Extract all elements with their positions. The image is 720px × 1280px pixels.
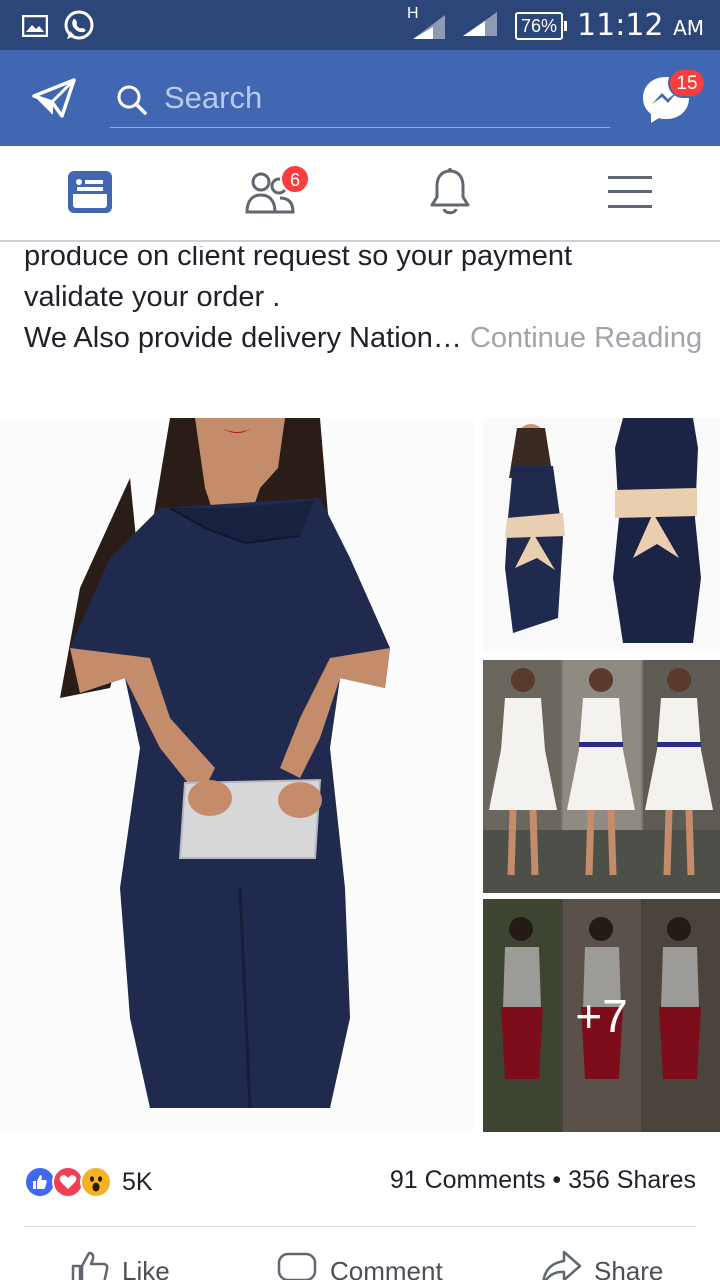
comment-button[interactable]: Comment bbox=[276, 1248, 443, 1280]
reactions-summary[interactable]: 5K bbox=[24, 1160, 153, 1204]
like-button[interactable]: Like bbox=[70, 1248, 170, 1280]
post-photo-3[interactable] bbox=[483, 660, 720, 893]
post-text-excerpt: We Also provide delivery Nation… bbox=[24, 322, 462, 354]
clock: 11:12 AM bbox=[577, 8, 704, 43]
reactions-count: 5K bbox=[122, 1167, 153, 1196]
signal-icon bbox=[461, 8, 501, 43]
send-plane-icon[interactable] bbox=[32, 78, 76, 123]
post-text-line: We Also provide delivery Nation… Continu… bbox=[24, 318, 704, 359]
wow-reaction-icon bbox=[80, 1166, 112, 1198]
post-photo-4[interactable]: +7 bbox=[483, 899, 720, 1132]
belted-dress-photo bbox=[483, 418, 720, 651]
search-input[interactable]: Search bbox=[164, 80, 262, 116]
search-bar[interactable]: Search bbox=[110, 72, 610, 128]
comments-count[interactable]: 91 Comments bbox=[390, 1166, 546, 1194]
post-text-line: validate your order . bbox=[24, 281, 281, 313]
tab-news-feed[interactable] bbox=[0, 146, 180, 242]
battery-indicator: 76% bbox=[515, 11, 568, 40]
tab-notifications[interactable] bbox=[360, 146, 540, 242]
app-bar: Search 15 bbox=[0, 50, 720, 146]
search-icon bbox=[116, 84, 148, 121]
share-arrow-icon bbox=[540, 1248, 582, 1280]
more-photos-count: +7 bbox=[575, 989, 628, 1042]
post-photo-2[interactable] bbox=[483, 418, 720, 651]
news-feed-icon bbox=[66, 168, 114, 221]
comment-label: Comment bbox=[330, 1256, 443, 1280]
tab-menu[interactable] bbox=[540, 146, 720, 242]
messenger-badge: 15 bbox=[668, 68, 706, 98]
network-type-label: H bbox=[407, 4, 419, 22]
share-label: Share bbox=[594, 1256, 664, 1280]
action-divider bbox=[24, 1226, 696, 1227]
shares-count[interactable]: 356 Shares bbox=[568, 1166, 696, 1194]
bell-icon bbox=[428, 167, 472, 222]
status-bar: H 76% 11:12 AM bbox=[0, 0, 720, 50]
post-actions: Like Comment Share bbox=[0, 1240, 720, 1280]
signal-h-icon: H bbox=[407, 5, 447, 41]
white-dress-photo bbox=[483, 660, 720, 893]
post-stats: 91 Comments • 356 Shares bbox=[390, 1166, 696, 1195]
gallery-notification-icon bbox=[21, 14, 49, 42]
thumbs-up-icon bbox=[70, 1248, 110, 1280]
friend-requests-badge: 6 bbox=[280, 164, 310, 194]
comment-bubble-icon bbox=[276, 1248, 318, 1280]
more-photos-overlay[interactable]: +7 bbox=[483, 899, 720, 1132]
share-button[interactable]: Share bbox=[540, 1248, 663, 1280]
continue-reading-link[interactable]: Continue Reading bbox=[470, 322, 702, 354]
post-photo-main[interactable] bbox=[0, 418, 474, 1132]
clock-time: 11:12 bbox=[577, 8, 664, 43]
post-text: produce on client request so your paymen… bbox=[24, 236, 704, 359]
hamburger-menu-icon bbox=[608, 174, 652, 215]
whatsapp-notification-icon bbox=[62, 9, 96, 48]
navy-dress-photo bbox=[60, 418, 390, 1109]
tab-bar: 6 bbox=[0, 146, 720, 242]
like-label: Like bbox=[122, 1256, 170, 1280]
tab-friends[interactable]: 6 bbox=[180, 146, 360, 242]
clock-ampm: AM bbox=[673, 16, 704, 40]
stats-separator: • bbox=[552, 1166, 562, 1194]
